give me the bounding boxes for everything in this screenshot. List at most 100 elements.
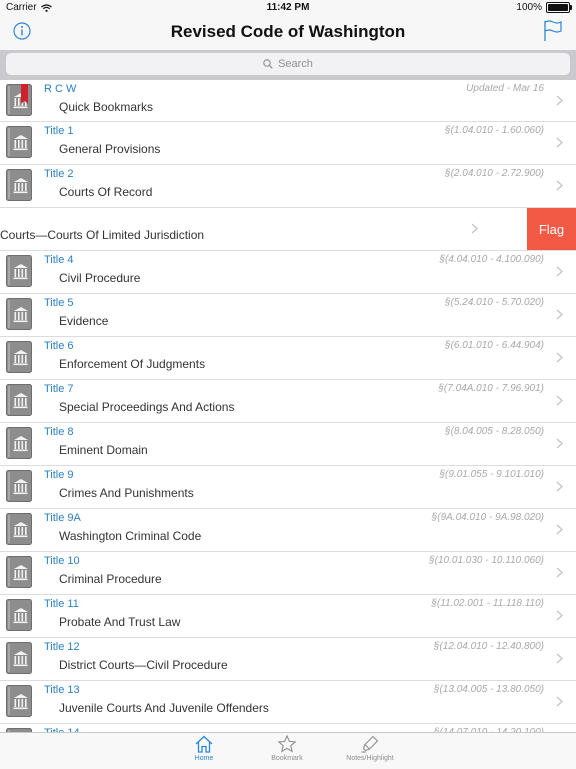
law-book-icon	[6, 298, 32, 330]
status-bar: Carrier 11:42 PM 100%	[0, 0, 576, 16]
title-row[interactable]: Title 5 §(5.24.010 - 5.70.020) Evidence	[0, 294, 576, 337]
section-range: §(11.02.001 - 11.118.110)	[431, 598, 544, 609]
title-name: Evidence	[59, 314, 109, 328]
titles-list: R C W Updated - Mar 16 Quick Bookmarks T…	[0, 80, 576, 732]
tab-notes-highlight-label: Notes/Highlight	[346, 755, 394, 762]
section-range: §(6.01.010 - 6.44.904)	[445, 340, 544, 351]
search-bar: Search	[0, 50, 576, 80]
chevron-right-icon	[556, 395, 563, 406]
title-row[interactable]: Title 10 §(10.01.030 - 10.110.060) Crimi…	[0, 552, 576, 595]
section-range: §(9.01.055 - 9.101.010)	[439, 469, 544, 480]
title-row[interactable]: Title 9 §(9.01.055 - 9.101.010) Crimes A…	[0, 466, 576, 509]
bookmark-book-icon	[6, 84, 32, 116]
title-name: Courts Of Record	[59, 185, 153, 199]
title-name: Probate And Trust Law	[59, 615, 181, 629]
title-row[interactable]: Title 2 §(2.04.010 - 2.72.900) Courts Of…	[0, 165, 576, 208]
law-book-icon	[6, 169, 32, 201]
title-number: Title 6	[44, 340, 74, 352]
section-range: §(1.04.010 - 1.60.060)	[445, 125, 544, 136]
title-number: Title 5	[44, 297, 74, 309]
chevron-right-icon	[556, 266, 563, 277]
quick-bookmarks-row[interactable]: R C W Updated - Mar 16 Quick Bookmarks	[0, 80, 576, 122]
navigation-bar: Revised Code of Washington	[0, 16, 576, 50]
section-range: Updated - Mar 16	[466, 83, 544, 94]
chevron-right-icon	[556, 653, 563, 664]
title-row[interactable]: Title 8 §(8.04.005 - 8.28.050) Eminent D…	[0, 423, 576, 466]
law-book-icon	[6, 685, 32, 717]
section-range: §(7.04A.010 - 7.96.901)	[438, 383, 544, 394]
title-number: Title 13	[44, 684, 80, 696]
tab-bookmark-label: Bookmark	[271, 755, 303, 762]
battery-indicator: 100%	[516, 2, 572, 13]
swiped-row-content: Title 3 District Courts—Courts Of Limite…	[0, 208, 526, 250]
title-row[interactable]: Title 4 §(4.04.010 - 4.100.090) Civil Pr…	[0, 251, 576, 294]
title-number: Title 1	[44, 125, 74, 137]
title-number: R C W	[44, 83, 77, 95]
tab-notes-highlight[interactable]: Notes/Highlight	[330, 735, 410, 762]
battery-icon	[546, 2, 572, 13]
title-name: General Provisions	[59, 142, 161, 156]
law-book-icon	[6, 255, 32, 287]
chevron-right-icon	[471, 223, 478, 234]
title-name: Civil Procedure	[59, 271, 141, 285]
chevron-right-icon	[556, 352, 563, 363]
section-range: §(5.24.010 - 5.70.020)	[445, 297, 544, 308]
chevron-right-icon	[556, 180, 563, 191]
star-icon	[277, 735, 297, 753]
chevron-right-icon	[556, 95, 563, 106]
title-row[interactable]: Title 14 §(14.07.010 - 14.20.100) Aerona…	[0, 724, 576, 732]
title-number: Title 4	[44, 254, 74, 266]
chevron-right-icon	[556, 696, 563, 707]
chevron-right-icon	[556, 309, 563, 320]
chevron-right-icon	[556, 524, 563, 535]
title-row[interactable]: Title 1 §(1.04.010 - 1.60.060) General P…	[0, 122, 576, 165]
title-name: Quick Bookmarks	[59, 100, 154, 114]
section-range: §(13.04.005 - 13.80.050)	[433, 684, 544, 695]
title-name: Washington Criminal Code	[59, 529, 202, 543]
page-title: Revised Code of Washington	[170, 22, 406, 41]
chevron-right-icon	[556, 438, 563, 449]
chevron-right-icon	[556, 137, 563, 148]
flag-action-button[interactable]: Flag	[527, 208, 576, 250]
title-name: Eminent Domain	[59, 443, 148, 457]
law-book-icon	[6, 642, 32, 674]
law-book-icon	[6, 427, 32, 459]
title-name: Juvenile Courts And Juvenile Offenders	[59, 701, 269, 715]
search-input[interactable]: Search	[6, 53, 570, 75]
section-range: §(10.01.030 - 10.110.060)	[429, 555, 544, 566]
flag-icon[interactable]	[543, 20, 563, 42]
search-placeholder: Search	[278, 58, 313, 70]
tab-bookmark[interactable]: Bookmark	[247, 735, 327, 762]
highlighter-icon	[361, 735, 379, 753]
chevron-right-icon	[556, 567, 563, 578]
title-row[interactable]: Title 13 §(13.04.005 - 13.80.050) Juveni…	[0, 681, 576, 724]
chevron-right-icon	[556, 610, 563, 621]
title-row[interactable]: Title 11 §(11.02.001 - 11.118.110) Proba…	[0, 595, 576, 638]
section-range: §(4.04.010 - 4.100.090)	[439, 254, 544, 265]
title-row[interactable]: Title 6 §(6.01.010 - 6.44.904) Enforceme…	[0, 337, 576, 380]
law-book-icon	[6, 384, 32, 416]
title-row[interactable]: Title 12 §(12.04.010 - 12.40.800) Distri…	[0, 638, 576, 681]
battery-percent: 100%	[516, 2, 542, 13]
search-icon	[263, 59, 273, 69]
law-book-icon	[6, 513, 32, 545]
tab-bar: Home Bookmark Notes/Highlight	[0, 732, 576, 769]
law-book-icon	[6, 470, 32, 502]
title-name: Criminal Procedure	[59, 572, 162, 586]
title-name: Enforcement Of Judgments	[59, 357, 206, 371]
chevron-right-icon	[556, 481, 563, 492]
title-number: Title 9	[44, 469, 74, 481]
title-name: Crimes And Punishments	[59, 486, 194, 500]
section-range: §(8.04.005 - 8.28.050)	[445, 426, 544, 437]
section-range: §(12.04.010 - 12.40.800)	[433, 641, 544, 652]
title-row[interactable]: Title 7 §(7.04A.010 - 7.96.901) Special …	[0, 380, 576, 423]
status-time: 11:42 PM	[266, 2, 310, 13]
title-name: District Courts—Courts Of Limited Jurisd…	[0, 228, 205, 242]
title-number: Title 7	[44, 383, 74, 395]
section-range: §(9A.04.010 - 9A.98.020)	[431, 512, 544, 523]
title-row[interactable]: Title 9A §(9A.04.010 - 9A.98.020) Washin…	[0, 509, 576, 552]
title-number: Title 2	[44, 168, 74, 180]
title-number: Title 12	[44, 641, 80, 653]
tab-home[interactable]: Home	[164, 735, 244, 762]
title-row[interactable]: Title 3 District Courts—Courts Of Limite…	[0, 208, 576, 251]
